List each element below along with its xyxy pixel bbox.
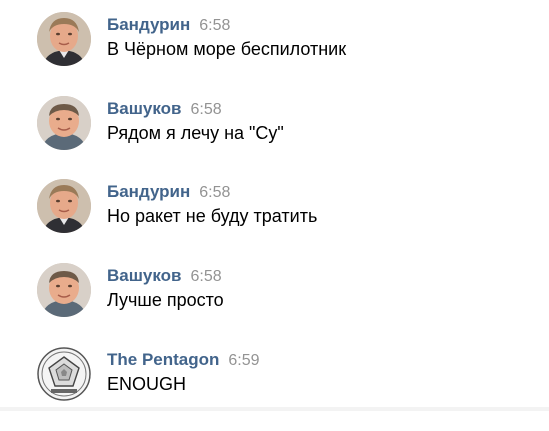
- message-author[interactable]: The Pentagon 6:59: [107, 350, 260, 370]
- message-text: В Чёрном море беспилотник: [107, 39, 347, 59]
- message-item: Бандурин 6:58 В Чёрном море беспилотник: [0, 12, 549, 96]
- message-time: 6:59: [228, 352, 260, 369]
- user-photo-icon: [37, 179, 91, 233]
- message-author[interactable]: Вашуков 6:58: [107, 266, 222, 286]
- author-name[interactable]: Вашуков: [107, 266, 181, 285]
- message-time: 6:58: [190, 268, 222, 285]
- message-text: ENOUGH: [107, 374, 187, 394]
- message-text: Рядом я лечу на "Су": [107, 123, 284, 143]
- message-item: Вашуков 6:58 Лучше просто: [0, 263, 549, 347]
- message-item: Бандурин 6:58 Но ракет не буду тратить: [0, 179, 549, 263]
- message-author[interactable]: Бандурин 6:58: [107, 15, 230, 35]
- author-name[interactable]: Вашуков: [107, 99, 181, 118]
- message-time: 6:58: [199, 184, 231, 201]
- message-item: Вашуков 6:58 Рядом я лечу на "Су": [0, 96, 549, 180]
- message-item: The Pentagon 6:59 ENOUGH: [0, 347, 549, 431]
- avatar[interactable]: [37, 12, 91, 66]
- divider: [0, 407, 549, 411]
- message-time: 6:58: [199, 17, 231, 34]
- author-name[interactable]: The Pentagon: [107, 350, 219, 369]
- avatar[interactable]: [37, 179, 91, 233]
- pentagon-seal-icon: [37, 347, 91, 401]
- message-text: Лучше просто: [107, 290, 224, 310]
- message-feed: Бандурин 6:58 В Чёрном море беспилотник В…: [0, 0, 549, 411]
- avatar[interactable]: [37, 96, 91, 150]
- message-author[interactable]: Бандурин 6:58: [107, 182, 230, 202]
- user-photo-icon: [37, 12, 91, 66]
- user-photo-icon: [37, 263, 91, 317]
- avatar[interactable]: [37, 263, 91, 317]
- message-text: Но ракет не буду тратить: [107, 206, 318, 226]
- message-time: 6:58: [190, 101, 222, 118]
- author-name[interactable]: Бандурин: [107, 15, 190, 34]
- message-author[interactable]: Вашуков 6:58: [107, 99, 222, 119]
- author-name[interactable]: Бандурин: [107, 182, 190, 201]
- avatar[interactable]: [37, 347, 91, 401]
- user-photo-icon: [37, 96, 91, 150]
